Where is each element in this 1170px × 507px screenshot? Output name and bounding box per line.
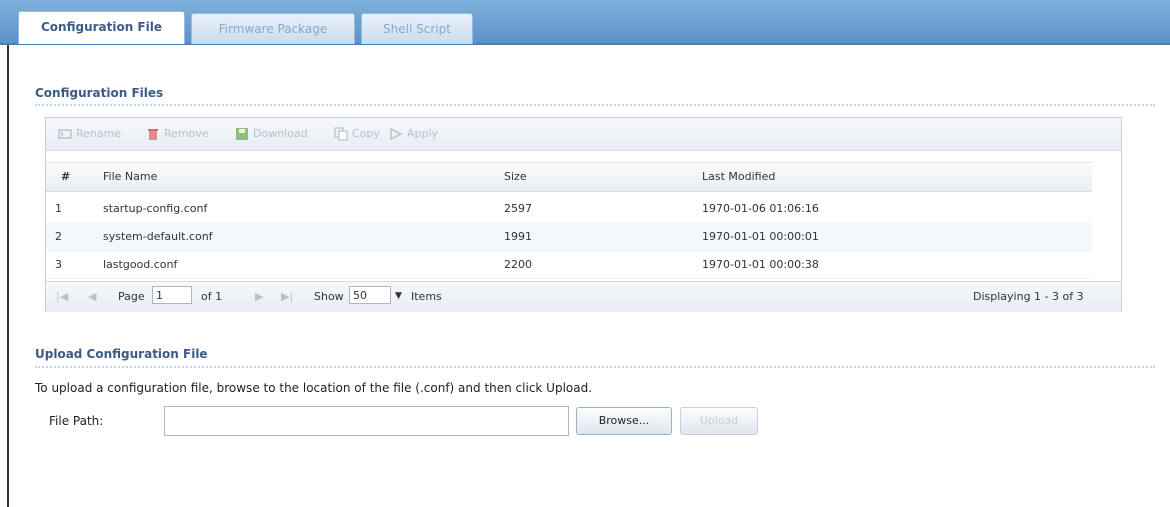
apply-icon [390, 127, 403, 141]
rename-button[interactable]: Rename [58, 126, 121, 142]
table-row[interactable]: 1 startup-config.conf 2597 1970-01-06 01… [46, 194, 1092, 223]
page-label: Page [118, 290, 145, 303]
tab-shell-script[interactable]: Shell Script [361, 13, 473, 44]
pagination-bar: |◀ ◀ Page 1 of 1 ▶ ▶| Show 50 ▼ Items Di… [46, 281, 1121, 312]
column-header-file-name[interactable]: File Name [103, 170, 157, 183]
grid-toolbar: Rename Remove Download Copy Apply [46, 118, 1121, 151]
download-label: Download [253, 127, 308, 140]
browse-button[interactable]: Browse... [576, 407, 672, 435]
upload-button[interactable]: Upload [680, 407, 758, 435]
trash-icon [148, 129, 158, 140]
column-header-size[interactable]: Size [504, 170, 527, 183]
table-row[interactable]: 3 lastgood.conf 2200 1970-01-01 00:00:38 [46, 250, 1092, 279]
apply-button[interactable]: Apply [389, 126, 438, 142]
displaying-count: Displaying 1 - 3 of 3 [973, 290, 1084, 303]
items-label: Items [411, 290, 442, 303]
tab-firmware-package[interactable]: Firmware Package [191, 13, 355, 44]
table-header: # File Name Size Last Modified [46, 162, 1092, 192]
row-number: 2 [55, 230, 62, 243]
row-file-name: startup-config.conf [103, 202, 208, 215]
remove-button[interactable]: Remove [146, 126, 209, 142]
row-size: 2597 [504, 202, 532, 215]
rename-icon [58, 129, 72, 139]
first-page-icon[interactable]: |◀ [56, 290, 68, 303]
section-title-upload: Upload Configuration File [35, 347, 208, 361]
row-last-modified: 1970-01-06 01:06:16 [702, 202, 819, 215]
column-header-last-modified[interactable]: Last Modified [702, 170, 775, 183]
row-last-modified: 1970-01-01 00:00:01 [702, 230, 819, 243]
show-label: Show [314, 290, 344, 303]
section-divider [35, 366, 1155, 368]
section-divider [35, 104, 1155, 106]
download-button[interactable]: Download [235, 126, 308, 142]
row-file-name: lastgood.conf [103, 258, 178, 271]
row-size: 1991 [504, 230, 532, 243]
remove-label: Remove [164, 127, 209, 140]
column-header-number[interactable]: # [61, 170, 70, 183]
tab-configuration-file[interactable]: Configuration File [18, 11, 185, 44]
file-path-input[interactable] [164, 406, 569, 436]
copy-label: Copy [352, 127, 380, 140]
page-count-label: of 1 [201, 290, 223, 303]
copy-icon [334, 127, 348, 141]
previous-page-icon[interactable]: ◀ [88, 290, 96, 303]
tab-bar: Configuration File Firmware Package Shel… [0, 0, 1170, 45]
file-path-label: File Path: [49, 414, 104, 428]
items-per-page-select[interactable]: 50 [349, 286, 391, 304]
next-page-icon[interactable]: ▶ [255, 290, 263, 303]
apply-label: Apply [407, 127, 439, 140]
last-page-icon[interactable]: ▶| [281, 290, 293, 303]
row-number: 1 [55, 202, 62, 215]
row-number: 3 [55, 258, 62, 271]
download-icon [236, 128, 248, 140]
rename-label: Rename [76, 127, 122, 140]
row-last-modified: 1970-01-01 00:00:38 [702, 258, 819, 271]
upload-instructions: To upload a configuration file, browse t… [35, 381, 593, 395]
configuration-files-grid: Rename Remove Download Copy Apply # File… [45, 117, 1122, 312]
section-title-configuration-files: Configuration Files [35, 86, 164, 100]
table-row[interactable]: 2 system-default.conf 1991 1970-01-01 00… [46, 222, 1092, 251]
page-number-input[interactable]: 1 [152, 286, 192, 304]
row-file-name: system-default.conf [103, 230, 213, 243]
chevron-down-icon[interactable]: ▼ [395, 291, 402, 301]
row-size: 2200 [504, 258, 532, 271]
copy-button[interactable]: Copy [334, 126, 380, 142]
